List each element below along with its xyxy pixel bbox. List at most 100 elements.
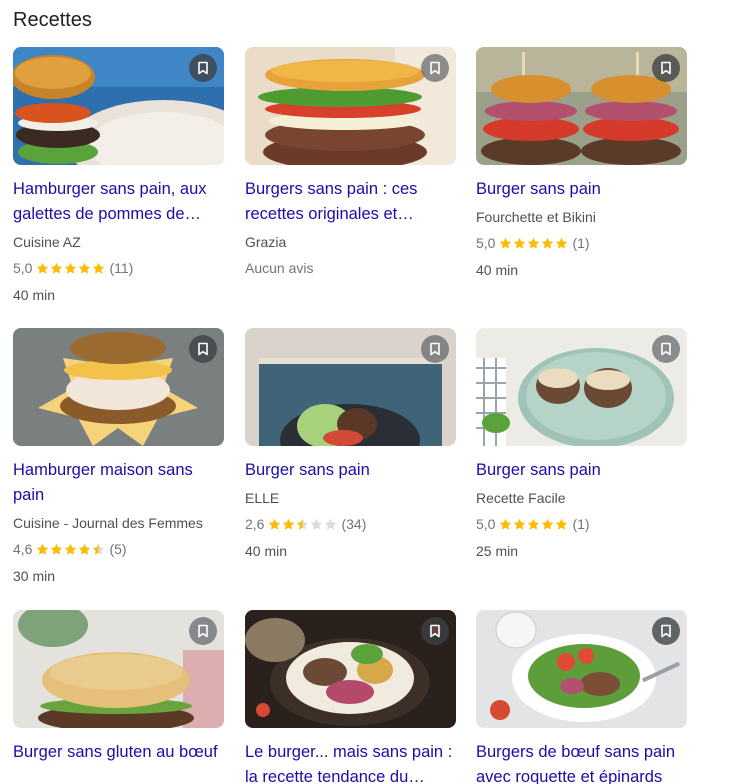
star-icon xyxy=(500,237,512,249)
recipe-thumbnail[interactable] xyxy=(245,47,456,165)
star-icon xyxy=(37,262,49,274)
review-count: (1) xyxy=(572,516,590,532)
star-icon xyxy=(79,262,91,274)
review-count: (5) xyxy=(109,541,127,557)
recipe-card[interactable]: Burgers sans pain : ces recettes origina… xyxy=(245,47,456,278)
star-icon xyxy=(556,237,568,249)
bookmark-icon xyxy=(198,61,208,75)
star-icon xyxy=(500,518,512,530)
rating-stars xyxy=(268,518,337,531)
recipe-time: 25 min xyxy=(476,543,519,559)
star-icon xyxy=(514,518,526,530)
no-reviews-text: Aucun avis xyxy=(245,260,314,276)
recipes-panel: Recettes Hamburger sans pain, aux galett… xyxy=(0,0,751,784)
rating-stars xyxy=(36,262,105,275)
star-icon xyxy=(297,518,309,530)
star-icon xyxy=(528,237,540,249)
section-title: Recettes xyxy=(13,9,92,31)
recipe-title-link[interactable]: Hamburger sans pain, aux galettes de pom… xyxy=(13,177,224,227)
recipe-card[interactable]: Burger sans pain ELLE 2,6 (34) 40 min xyxy=(245,328,456,561)
recipe-source: ELLE xyxy=(245,490,280,506)
bookmark-icon xyxy=(661,342,671,356)
rating-value: 5,0 xyxy=(476,235,496,251)
recipe-thumbnail[interactable] xyxy=(13,328,224,446)
recipe-source: Grazia xyxy=(245,234,287,250)
recipe-time: 40 min xyxy=(245,543,288,559)
recipe-thumbnail[interactable] xyxy=(245,328,456,446)
recipe-thumbnail[interactable] xyxy=(13,610,224,728)
save-recipe-button[interactable] xyxy=(652,54,680,82)
recipe-title-link[interactable]: Burger sans pain xyxy=(476,177,687,202)
bookmark-icon xyxy=(430,624,440,638)
star-icon xyxy=(79,543,91,555)
star-icon xyxy=(311,518,323,530)
recipe-card[interactable]: Le burger... mais sans pain : la recette… xyxy=(245,610,456,784)
save-recipe-button[interactable] xyxy=(421,617,449,645)
save-recipe-button[interactable] xyxy=(189,335,217,363)
review-count: (1) xyxy=(572,235,590,251)
recipe-source: Fourchette et Bikini xyxy=(476,209,596,225)
recipe-card[interactable]: Burger sans pain Fourchette et Bikini 5,… xyxy=(476,47,687,280)
recipe-time: 40 min xyxy=(476,262,519,278)
bookmark-icon xyxy=(661,624,671,638)
recipe-thumbnail[interactable] xyxy=(476,610,687,728)
recipe-title-link[interactable]: Hamburger maison sans pain xyxy=(13,458,224,508)
recipe-source: Recette Facile xyxy=(476,490,566,506)
star-icon xyxy=(37,543,49,555)
rating-value: 2,6 xyxy=(245,516,265,532)
star-icon xyxy=(542,237,554,249)
star-icon xyxy=(514,237,526,249)
save-recipe-button[interactable] xyxy=(189,54,217,82)
recipe-title-link[interactable]: Burger sans pain xyxy=(245,458,456,483)
recipe-card[interactable]: Burgers de bœuf sans pain avec roquette … xyxy=(476,610,687,784)
star-icon xyxy=(283,518,295,530)
review-count: (34) xyxy=(341,516,367,532)
star-icon xyxy=(269,518,281,530)
star-icon xyxy=(325,518,337,530)
recipe-source: Cuisine AZ xyxy=(13,234,81,250)
recipe-thumbnail[interactable] xyxy=(476,328,687,446)
recipe-card[interactable]: Hamburger maison sans pain Cuisine - Jou… xyxy=(13,328,224,586)
recipe-title-link[interactable]: Burger sans gluten au bœuf xyxy=(13,740,224,765)
rating-stars xyxy=(499,237,568,250)
recipe-title-link[interactable]: Burgers de bœuf sans pain avec roquette … xyxy=(476,740,687,784)
recipe-card[interactable]: Hamburger sans pain, aux galettes de pom… xyxy=(13,47,224,305)
recipe-thumbnail[interactable] xyxy=(476,47,687,165)
star-icon xyxy=(51,262,63,274)
recipe-title-link[interactable]: Burger sans pain xyxy=(476,458,687,483)
bookmark-icon xyxy=(198,624,208,638)
rating-stars xyxy=(36,543,105,556)
star-icon xyxy=(65,262,77,274)
rating-stars xyxy=(499,518,568,531)
save-recipe-button[interactable] xyxy=(652,617,680,645)
rating-value: 5,0 xyxy=(476,516,496,532)
save-recipe-button[interactable] xyxy=(652,335,680,363)
bookmark-icon xyxy=(430,342,440,356)
star-icon xyxy=(93,543,105,555)
rating-value: 4,6 xyxy=(13,541,33,557)
star-icon xyxy=(528,518,540,530)
recipe-rating: 5,0 (1) xyxy=(476,233,687,253)
star-icon xyxy=(51,543,63,555)
recipe-card[interactable]: Burger sans gluten au bœuf xyxy=(13,610,224,765)
star-icon xyxy=(556,518,568,530)
recipe-rating: 5,0 (11) xyxy=(13,258,224,278)
bookmark-icon xyxy=(661,61,671,75)
recipe-thumbnail[interactable] xyxy=(245,610,456,728)
recipe-time: 40 min xyxy=(13,287,56,303)
recipe-thumbnail[interactable] xyxy=(13,47,224,165)
star-icon xyxy=(542,518,554,530)
recipe-rating: 4,6 (5) xyxy=(13,539,224,559)
save-recipe-button[interactable] xyxy=(189,617,217,645)
recipe-title-link[interactable]: Le burger... mais sans pain : la recette… xyxy=(245,740,456,784)
save-recipe-button[interactable] xyxy=(421,54,449,82)
recipe-rating: 2,6 (34) xyxy=(245,514,456,534)
recipe-title-link[interactable]: Burgers sans pain : ces recettes origina… xyxy=(245,177,456,227)
rating-value: 5,0 xyxy=(13,260,33,276)
star-icon xyxy=(93,262,105,274)
star-icon xyxy=(65,543,77,555)
recipe-rating: 5,0 (1) xyxy=(476,514,687,534)
save-recipe-button[interactable] xyxy=(421,335,449,363)
recipe-card[interactable]: Burger sans pain Recette Facile 5,0 (1) … xyxy=(476,328,687,561)
recipe-time: 30 min xyxy=(13,568,56,584)
